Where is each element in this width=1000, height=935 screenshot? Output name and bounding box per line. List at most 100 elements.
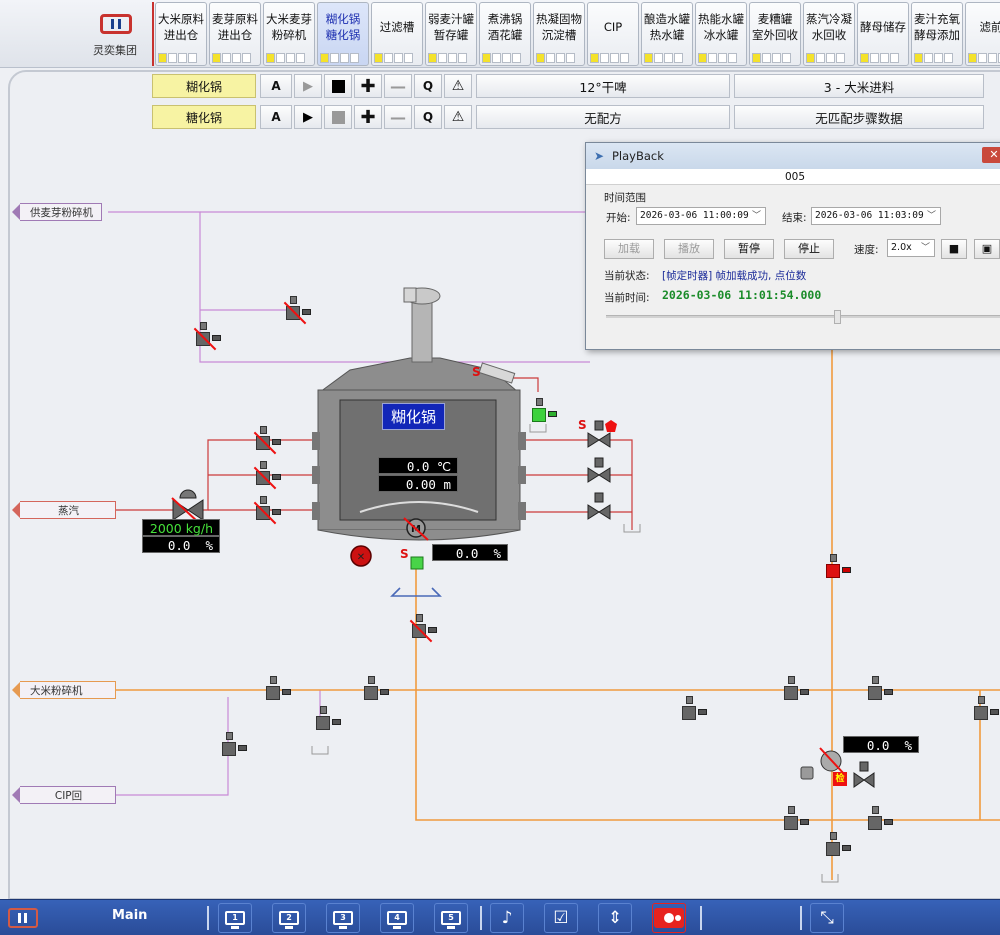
snapshot-button[interactable]: ■ [941,239,967,259]
plus-icon: ✚ [360,75,376,97]
stop-icon [331,79,345,93]
window-toggle-button[interactable]: ⤡ [810,903,844,933]
source-steam[interactable]: 蒸汽 [12,501,116,519]
checkbox-icon: ☑ [553,907,569,928]
alarm-history-button[interactable]: ♪ [490,903,524,933]
auto-button[interactable]: A [260,105,292,129]
alarm-bell-icon: ♪ [501,907,513,928]
monitor-icon: 4 [387,911,407,929]
agitator-speed-display: 0.0 % [432,544,508,561]
q-button[interactable]: Q [414,74,442,98]
divider [800,906,802,930]
video-camera-icon [654,908,684,928]
speed-label: 速度: [854,244,879,256]
bottom-drain-valve-icon[interactable] [826,832,851,858]
playback-window: ➤ PlayBack ✕ 005 时间范围 开始: 2026-03-06 11:… [585,142,1000,350]
alarm-button[interactable]: ⚠ [444,74,472,98]
rice-line-valve-2-icon[interactable] [364,676,389,702]
close-button[interactable]: ✕ [982,147,1000,163]
divider [700,906,702,930]
chevron-down-icon: ﹀ [926,211,936,221]
auto-button[interactable]: A [260,74,292,98]
confirm-button[interactable]: ☑ [544,903,578,933]
vent-valve-icon[interactable] [532,398,557,424]
right-main-valve-icon[interactable] [826,554,851,580]
rice-line-valve-1-icon[interactable] [266,676,291,702]
warning-icon: ⚠ [451,78,465,94]
screen-4-button[interactable]: 4 [380,903,414,933]
end-label: 结束: [782,212,807,224]
lock-button[interactable]: ▣ [974,239,1000,259]
bottom-logo-icon [8,908,38,928]
right-status-icon [800,766,814,780]
screen-1-button[interactable]: 1 [218,903,252,933]
play-button[interactable]: 播放 [664,239,714,259]
recipe-display: 无配方 [476,105,730,129]
malt-inlet-valve-icon[interactable] [283,296,311,325]
record-button[interactable] [652,903,686,933]
play-button[interactable]: ▶ [294,105,322,129]
steam-control-valve-icon [171,489,204,523]
speed-select[interactable]: 2.0x ﹀ [887,239,935,257]
main-label[interactable]: Main [112,908,147,923]
screen-5-button[interactable]: 5 [434,903,468,933]
vertical-arrows-icon: ⇕ [607,907,623,928]
plus-button[interactable]: ✚ [354,105,382,129]
close-icon: ✕ [989,148,999,161]
playback-slider-track[interactable] [606,315,1000,318]
playback-id: 005 [586,169,1000,185]
alarm-button[interactable]: ⚠ [444,105,472,129]
load-button[interactable]: 加载 [604,239,654,259]
product-pipes [108,350,1000,880]
source-rice-mill[interactable]: 大米粉碎机 [12,681,116,699]
minus-button[interactable]: — [384,74,412,98]
right-line-valve-3-icon[interactable] [682,696,707,722]
steam-valve-2-icon[interactable] [253,461,281,490]
playback-slider-handle[interactable] [834,310,841,324]
step-display: 无匹配步骤数据 [734,105,984,129]
steam-valve-1-icon[interactable] [253,426,281,455]
right-line-valve-1-icon[interactable] [784,676,809,702]
source-cip-return[interactable]: CIP回 [12,786,116,804]
monitor-icon: 2 [279,911,299,929]
status-light-icon [410,556,424,570]
screen-2-button[interactable]: 2 [272,903,306,933]
plus-button[interactable]: ✚ [354,74,382,98]
stop-button[interactable]: 停止 [784,239,834,259]
start-time-field[interactable]: 2026-03-06 11:00:09 ﹀ [636,207,766,225]
divider [207,906,209,930]
right-line-valve-2-icon[interactable] [868,676,893,702]
start-label: 开始: [606,212,631,224]
vessel-name-cell: 糖化锅 [152,105,256,129]
q-button[interactable]: Q [414,105,442,129]
source-malt-mill[interactable]: 供麦芽粉碎机 [12,203,102,221]
end-time-field[interactable]: 2026-03-06 11:03:09 ﹀ [811,207,941,225]
cip-valve-icon[interactable] [222,732,247,758]
hand-cursor-icon [605,420,617,432]
screen-3-button[interactable]: 3 [326,903,360,933]
vessel-name-cell: 糊化锅 [152,74,256,98]
steam-valve-3-icon[interactable] [253,496,281,525]
chevron-down-icon: ﹀ [920,243,930,253]
chevron-down-icon: ﹀ [751,211,761,221]
sensor-marker-bottom: S [400,547,409,561]
return-valve-1-icon[interactable] [784,806,809,832]
playback-titlebar[interactable]: ➤ PlayBack [586,143,1000,169]
rice-drain-valve-icon[interactable] [316,706,341,732]
play-icon: ▶ [303,109,313,125]
pause-button[interactable]: 暂停 [724,239,774,259]
steam-flow-display: 2000 kg/h [142,519,220,536]
discharge-valve-icon[interactable] [409,614,437,643]
stop-button[interactable] [324,105,352,129]
minus-button[interactable]: — [384,105,412,129]
return-valve-2-icon[interactable] [868,806,893,832]
stop-button[interactable] [324,74,352,98]
scroll-button[interactable]: ⇕ [598,903,632,933]
check-badge: 检 [833,772,847,786]
right-line-valve-4-icon[interactable] [974,696,999,722]
monitor-icon: 3 [333,911,353,929]
resize-icon: ⤡ [820,907,834,928]
play-button[interactable]: ▶ [294,74,322,98]
playback-title: PlayBack [612,149,664,163]
malt-bypass-valve-icon[interactable] [193,322,221,351]
